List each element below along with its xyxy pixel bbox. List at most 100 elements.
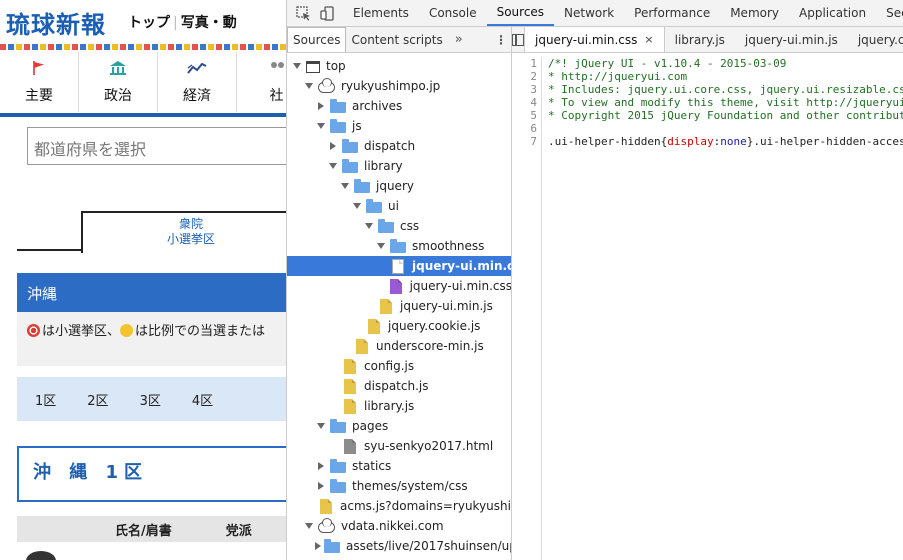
expand-triangle-icon[interactable]	[315, 120, 327, 132]
navigator-tab-sources[interactable]: Sources	[287, 27, 347, 52]
tab-network[interactable]: Network	[554, 0, 624, 26]
district-link-4[interactable]: 4区	[192, 390, 213, 409]
devtools-toolbar: Elements Console Sources Network Perform…	[287, 0, 903, 27]
code-text: /*! jQuery UI - v1.10.4 - 2015-03-09	[548, 57, 787, 70]
collapse-triangle-icon[interactable]	[315, 100, 327, 112]
line-number: 3	[530, 83, 537, 96]
tab-console[interactable]: Console	[419, 0, 487, 26]
tree-folder-row[interactable]: vdata.nikkei.com	[287, 516, 511, 536]
tree-folder-row[interactable]: assets/live/2017shuinsen/uploa	[287, 536, 511, 556]
tree-folder-row[interactable]: statics	[287, 456, 511, 476]
device-toolbar-icon[interactable]	[319, 5, 335, 21]
tree-folder-row[interactable]: ryukyushimpo.jp	[287, 76, 511, 96]
tab-security[interactable]: Security	[876, 0, 903, 26]
expand-triangle-icon[interactable]	[303, 80, 315, 92]
district-link-2[interactable]: 2区	[87, 390, 108, 409]
tree-file-row[interactable]: jquery-ui.min.css	[287, 256, 511, 276]
category-item-economy[interactable]: 経済	[158, 52, 237, 112]
tree-folder-row[interactable]: smoothness	[287, 236, 511, 256]
tab-line-1: 衆院	[178, 217, 203, 231]
category-nav: 主要 政治 経済 社	[0, 52, 286, 112]
html-file-icon	[344, 438, 356, 454]
flag-icon	[29, 59, 49, 77]
government-building-icon	[108, 59, 128, 77]
expand-triangle-icon[interactable]	[327, 160, 339, 172]
expand-triangle-icon[interactable]	[375, 240, 387, 252]
navigator-tabs: Sources Content scripts » ⋮	[287, 27, 511, 53]
line-number: 2	[530, 70, 537, 83]
expand-triangle-icon[interactable]	[315, 420, 327, 432]
top-nav-link-top[interactable]: トップ	[128, 12, 170, 32]
tree-folder-row[interactable]: js	[287, 116, 511, 136]
editor-tab-jquery-cookie[interactable]: jquery.cookie	[848, 27, 903, 52]
more-tabs-icon[interactable]: »	[448, 27, 470, 52]
district-link-1[interactable]: 1区	[35, 390, 56, 409]
expand-triangle-icon[interactable]	[363, 220, 375, 232]
toggle-navigator-icon[interactable]	[512, 27, 525, 52]
collapse-triangle-icon[interactable]	[315, 480, 327, 492]
category-item-politics[interactable]: 政治	[79, 52, 158, 112]
legend-text-1: は小選挙区、	[42, 324, 121, 339]
expand-triangle-icon[interactable]	[351, 200, 363, 212]
tree-folder-row[interactable]: jquery	[287, 176, 511, 196]
expand-triangle-icon[interactable]	[339, 180, 351, 192]
tab-sources[interactable]: Sources	[486, 0, 555, 26]
tree-file-row[interactable]: syu-senkyo2017.html	[287, 436, 511, 456]
tree-file-row[interactable]: config.js	[287, 356, 511, 376]
tab-single-seat-district[interactable]: 衆院 小選挙区	[81, 211, 286, 253]
tree-file-row[interactable]: library.js	[287, 396, 511, 416]
code-line-comment: * Includes: jquery.ui.core.css, jquery.u…	[548, 83, 903, 96]
tree-item-label: archives	[352, 99, 403, 113]
expand-triangle-icon[interactable]	[291, 60, 303, 72]
tree-file-row[interactable]: dispatch.js	[287, 376, 511, 396]
tab-line-2: 小選挙区	[166, 232, 215, 246]
top-nav-link-photo[interactable]: 写真・動	[181, 12, 237, 32]
avatar	[26, 551, 56, 560]
collapse-triangle-icon[interactable]	[327, 140, 339, 152]
devtools-panel: Elements Console Sources Network Perform…	[286, 0, 903, 560]
tree-file-row[interactable]: jquery-ui.min.css	[287, 276, 511, 296]
legend-box: は小選挙区、 は比例での当選または	[17, 312, 286, 366]
column-header-name: 氏名/肩書	[115, 523, 172, 539]
tree-file-row[interactable]: acms.js?domains=ryukyushimpo	[287, 496, 511, 516]
district-link-3[interactable]: 3区	[140, 390, 161, 409]
tree-folder-row[interactable]: css	[287, 216, 511, 236]
inspect-element-icon[interactable]	[295, 5, 311, 21]
tree-file-row[interactable]: jquery.cookie.js	[287, 316, 511, 336]
tree-folder-row[interactable]: library	[287, 156, 511, 176]
tree-folder-row[interactable]: pages	[287, 416, 511, 436]
collapse-triangle-icon[interactable]	[315, 460, 327, 472]
category-label: 社	[269, 88, 284, 104]
expand-triangle-icon[interactable]	[303, 520, 315, 532]
editor-tab-library-js[interactable]: library.js	[665, 27, 735, 52]
tab-memory[interactable]: Memory	[720, 0, 789, 26]
code-text: * Includes: jquery.ui.core.css, jquery.u…	[548, 83, 903, 96]
site-logo[interactable]: 琉球新報	[6, 5, 106, 40]
editor-tab-jquery-ui-min-css[interactable]: jquery-ui.min.css ×	[525, 27, 665, 52]
section-divider	[0, 113, 286, 117]
collapse-triangle-icon[interactable]	[315, 540, 321, 552]
folder-icon	[330, 98, 346, 113]
tab-performance[interactable]: Performance	[624, 0, 720, 26]
tree-file-row[interactable]: jquery-ui.min.js	[287, 296, 511, 316]
navigator-tab-content-scripts[interactable]: Content scripts	[346, 27, 447, 52]
js-file-icon	[380, 298, 392, 314]
category-item-main[interactable]: 主要	[0, 52, 79, 112]
close-tab-icon[interactable]: ×	[644, 33, 653, 46]
css-file-icon	[389, 278, 402, 294]
tab-application[interactable]: Application	[789, 0, 876, 26]
editor-tab-jquery-ui-min-js[interactable]: jquery-ui.min.js	[735, 27, 848, 52]
tree-folder-row[interactable]: archives	[287, 96, 511, 116]
category-item-society[interactable]: 社	[237, 52, 286, 112]
tree-folder-row[interactable]: themes/system/css	[287, 476, 511, 496]
navigator-menu-icon[interactable]: ⋮	[491, 27, 511, 52]
tab-elements[interactable]: Elements	[343, 0, 419, 26]
tree-item-label: library	[364, 159, 403, 173]
tree-folder-row[interactable]: ui	[287, 196, 511, 216]
election-tab-area: 衆院 小選挙区	[17, 211, 286, 253]
editor-tabs: jquery-ui.min.css × library.js jquery-ui…	[512, 27, 903, 53]
tree-folder-row[interactable]: dispatch	[287, 136, 511, 156]
tree-folder-row[interactable]: top	[287, 56, 511, 76]
prefecture-select[interactable]: 都道府県を選択	[27, 127, 286, 165]
tree-file-row[interactable]: underscore-min.js	[287, 336, 511, 356]
